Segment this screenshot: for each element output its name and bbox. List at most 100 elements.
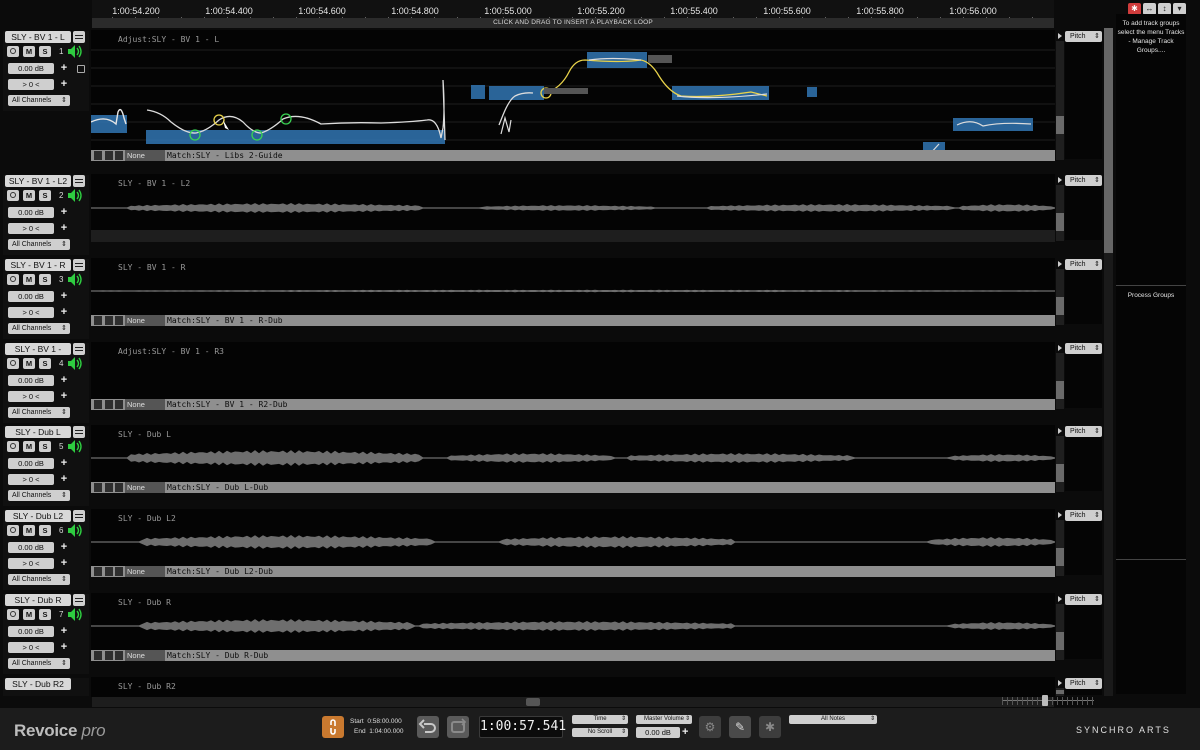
scroll-thumb[interactable] bbox=[1056, 116, 1064, 134]
gain-field[interactable]: 0.00 dB bbox=[8, 63, 54, 74]
speaker-icon[interactable] bbox=[67, 439, 85, 454]
pan-plus-button[interactable]: + bbox=[59, 642, 69, 653]
waveform[interactable] bbox=[91, 509, 1055, 566]
tuning-fork-icon[interactable]: ✎ bbox=[729, 716, 751, 738]
lane-vertical-scrollbar[interactable] bbox=[1056, 353, 1064, 409]
play-match-button[interactable] bbox=[94, 316, 102, 325]
lock-icon[interactable] bbox=[77, 65, 85, 73]
sort-icon[interactable] bbox=[115, 400, 123, 409]
track-name-field[interactable]: SLY - BV 1 - L bbox=[5, 31, 71, 43]
pitch-select[interactable]: Pitch bbox=[1065, 343, 1102, 354]
channels-select[interactable]: All Channels bbox=[8, 239, 70, 250]
pitch-blob[interactable] bbox=[807, 87, 817, 97]
lane-vertical-scrollbar[interactable] bbox=[1056, 269, 1064, 325]
channels-select[interactable]: All Channels bbox=[8, 323, 70, 334]
gain-plus-button[interactable]: + bbox=[59, 291, 69, 302]
lock-icon[interactable] bbox=[105, 483, 113, 492]
pitch-select[interactable]: Pitch bbox=[1065, 594, 1102, 605]
gain-plus-button[interactable]: + bbox=[59, 375, 69, 386]
notes-select[interactable]: All Notes bbox=[789, 715, 877, 724]
speaker-icon[interactable] bbox=[67, 44, 85, 59]
track-name-field[interactable]: SLY - Dub R bbox=[5, 594, 71, 606]
sort-icon[interactable] bbox=[115, 567, 123, 576]
expand-arrow-icon[interactable] bbox=[1057, 427, 1063, 435]
pan-plus-button[interactable]: + bbox=[59, 391, 69, 402]
match-type-select[interactable]: None bbox=[125, 482, 165, 493]
pan-plus-button[interactable]: + bbox=[59, 223, 69, 234]
scroll-thumb[interactable] bbox=[1056, 464, 1064, 482]
speaker-icon[interactable] bbox=[67, 607, 85, 622]
master-volume-plus-button[interactable]: + bbox=[682, 727, 692, 738]
waveform[interactable] bbox=[91, 258, 1055, 315]
scroll-thumb[interactable] bbox=[526, 698, 540, 706]
match-type-select[interactable]: None bbox=[125, 566, 165, 577]
play-match-button[interactable] bbox=[94, 400, 102, 409]
match-type-select[interactable]: None bbox=[125, 399, 165, 410]
gain-field[interactable]: 0.00 dB bbox=[8, 207, 54, 218]
scroll-thumb[interactable] bbox=[1104, 28, 1113, 253]
expand-arrow-icon[interactable] bbox=[1057, 511, 1063, 519]
expand-arrow-icon[interactable] bbox=[1057, 32, 1063, 40]
track-name-field[interactable]: SLY - Dub R2 bbox=[5, 678, 71, 690]
lane-vertical-scrollbar[interactable] bbox=[1056, 185, 1064, 241]
solo-button[interactable]: S bbox=[39, 358, 51, 369]
pitch-blob[interactable] bbox=[471, 85, 485, 99]
gain-plus-button[interactable]: + bbox=[59, 458, 69, 469]
gear-icon[interactable]: ⚙ bbox=[699, 716, 721, 738]
lock-icon[interactable] bbox=[105, 316, 113, 325]
lock-icon[interactable] bbox=[105, 567, 113, 576]
mute-button[interactable]: M bbox=[23, 609, 35, 620]
channels-select[interactable]: All Channels bbox=[8, 95, 70, 106]
scroll-mode-select[interactable]: No Scroll bbox=[572, 728, 628, 737]
channels-select[interactable]: All Channels bbox=[8, 574, 70, 585]
match-type-select[interactable]: None bbox=[125, 315, 165, 326]
play-match-button[interactable] bbox=[94, 567, 102, 576]
track-menu-icon[interactable] bbox=[73, 31, 85, 43]
expand-arrow-icon[interactable] bbox=[1057, 176, 1063, 184]
pan-plus-button[interactable]: + bbox=[59, 79, 69, 90]
track-menu-icon[interactable] bbox=[73, 594, 85, 606]
timeline-ruler[interactable]: 1:00:54.200 1:00:54.400 1:00:54.600 1:00:54… bbox=[92, 0, 1054, 28]
pitch-blob[interactable] bbox=[91, 115, 127, 133]
master-volume-field[interactable]: 0.00 dB bbox=[636, 727, 680, 738]
mute-button[interactable]: M bbox=[23, 441, 35, 452]
pan-field[interactable]: > 0 < bbox=[8, 79, 54, 90]
pan-field[interactable]: > 0 < bbox=[8, 307, 54, 318]
zoom-slider-knob[interactable] bbox=[1042, 695, 1048, 706]
pan-field[interactable]: > 0 < bbox=[8, 223, 54, 234]
speaker-icon[interactable] bbox=[67, 272, 85, 287]
pitch-select[interactable]: Pitch bbox=[1065, 175, 1102, 186]
pan-field[interactable]: > 0 < bbox=[8, 391, 54, 402]
solo-button[interactable]: S bbox=[39, 46, 51, 57]
mute-button[interactable]: M bbox=[23, 274, 35, 285]
speaker-icon[interactable] bbox=[67, 356, 85, 371]
mute-button[interactable]: M bbox=[23, 46, 35, 57]
expand-arrow-icon[interactable] bbox=[1057, 260, 1063, 268]
pan-plus-button[interactable]: + bbox=[59, 558, 69, 569]
record-button[interactable] bbox=[7, 525, 19, 536]
pan-field[interactable]: > 0 < bbox=[8, 642, 54, 653]
record-button[interactable] bbox=[7, 609, 19, 620]
gain-plus-button[interactable]: + bbox=[59, 63, 69, 74]
record-button[interactable] bbox=[7, 46, 19, 57]
match-type-select[interactable]: None bbox=[125, 650, 165, 661]
track-name-field[interactable]: SLY - BV 1 - L2 bbox=[5, 175, 71, 187]
expand-arrow-icon[interactable] bbox=[1057, 344, 1063, 352]
track-name-field[interactable]: SLY - BV 1 - R bbox=[5, 259, 71, 271]
solo-button[interactable]: S bbox=[39, 274, 51, 285]
pitch-select[interactable]: Pitch bbox=[1065, 259, 1102, 270]
play-match-button[interactable] bbox=[94, 151, 102, 160]
lock-icon[interactable] bbox=[105, 651, 113, 660]
pitch-select[interactable]: Pitch bbox=[1065, 678, 1102, 689]
track-lane[interactable]: Adjust:SLY - BV 1 - L bbox=[91, 30, 1055, 161]
lane-vertical-scrollbar[interactable] bbox=[1056, 436, 1064, 492]
pan-plus-button[interactable]: + bbox=[59, 474, 69, 485]
end-value[interactable]: 1:04:00.000 bbox=[369, 728, 403, 735]
master-volume-label[interactable]: Master Volume bbox=[636, 715, 692, 724]
solo-button[interactable]: S bbox=[39, 190, 51, 201]
track-name-field[interactable]: SLY - Dub L2 bbox=[5, 510, 71, 522]
undo-icon[interactable] bbox=[417, 716, 439, 738]
lock-icon[interactable] bbox=[105, 400, 113, 409]
track-menu-icon[interactable] bbox=[73, 175, 85, 187]
zoom-slider[interactable] bbox=[1002, 700, 1094, 701]
